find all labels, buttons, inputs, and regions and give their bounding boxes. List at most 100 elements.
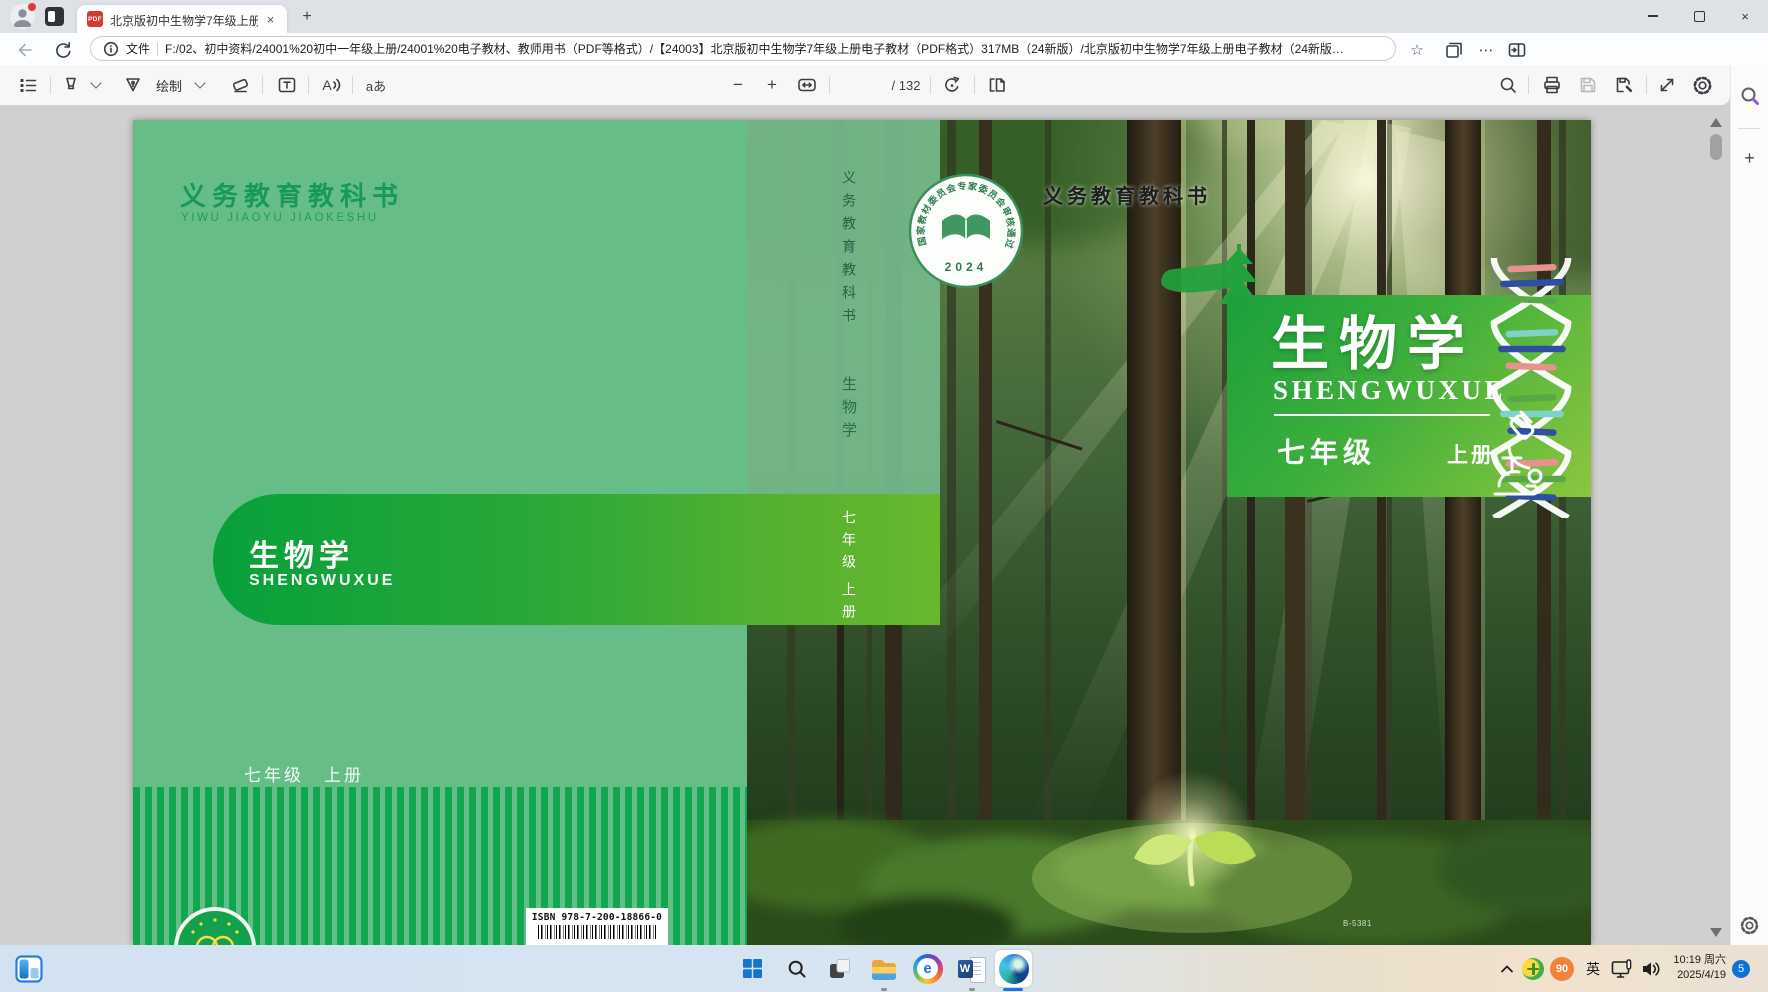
more-icon: ⋯ <box>1479 41 1494 59</box>
back-button[interactable] <box>12 37 38 62</box>
ie-browser-button[interactable]: e <box>909 950 946 987</box>
tab-title: 北京版初中生物学7年级上册电子 <box>110 12 258 27</box>
back-title-pinyin: SHENGWUXUE <box>249 572 395 590</box>
new-tab-button[interactable]: + <box>297 7 317 27</box>
add-text-button[interactable] <box>270 71 304 99</box>
tray-display-button[interactable] <box>1608 950 1636 987</box>
translate-button[interactable]: aあ <box>358 71 394 99</box>
windows-taskbar: e W 90 英 <box>0 945 1768 992</box>
desktop: PDF 北京版初中生物学7年级上册电子 × + × 文件 F:/02、初中资料/… <box>0 0 1768 992</box>
read-aloud-icon: A <box>322 77 331 93</box>
url-separator <box>157 42 158 56</box>
sidebar-settings-button[interactable] <box>1737 913 1762 938</box>
chevron-down-icon <box>90 77 101 88</box>
front-rule <box>1274 414 1490 416</box>
input-method-indicator[interactable]: 英 <box>1580 950 1606 987</box>
task-view-button[interactable] <box>821 950 858 987</box>
maximize-icon <box>1694 11 1705 22</box>
front-series-title: 义务教育教科书 <box>1043 180 1211 209</box>
sidebar-add-button[interactable]: + <box>1737 146 1762 171</box>
page-total-label: / 132 <box>886 71 926 99</box>
notification-center-button[interactable]: 5 <box>1729 950 1753 987</box>
speaker-icon <box>1641 959 1662 979</box>
refresh-button[interactable] <box>50 37 76 62</box>
draw-button[interactable]: 绘制 <box>150 71 188 99</box>
read-aloud-button[interactable]: A <box>314 71 350 99</box>
clock[interactable]: 10:19 周六 2025/4/19 <box>1662 953 1726 990</box>
save-button[interactable] <box>1572 71 1604 99</box>
url-scheme-label: 文件 <box>126 40 150 57</box>
search-icon <box>1739 85 1761 107</box>
fit-to-width-button[interactable] <box>792 71 822 99</box>
pdf-file-icon: PDF <box>87 11 103 27</box>
favorites-button[interactable]: ☆ <box>1404 37 1430 62</box>
environmental-label-logo <box>173 906 257 945</box>
edge-button[interactable] <box>995 950 1032 987</box>
page-info-icon[interactable] <box>103 41 119 57</box>
translate-icon: aあ <box>366 76 386 95</box>
spine-volume-text: 上册 <box>839 582 859 632</box>
front-title: 生物学 <box>1271 297 1475 381</box>
window-minimize-button[interactable] <box>1630 0 1676 32</box>
zoom-in-button[interactable]: + <box>758 71 786 99</box>
print-button[interactable] <box>1536 71 1568 99</box>
draw-dropdown[interactable] <box>190 71 210 99</box>
zoom-out-button[interactable]: − <box>724 71 752 99</box>
back-series-pinyin: YIWU JIAOYU JIAOKESHU <box>181 212 379 224</box>
windows-logo-icon <box>743 959 762 978</box>
sidebar-search-button[interactable] <box>1737 83 1762 108</box>
pdf-page-cover: 义务教育教科书 YIWU JIAOYU JIAOKESHU 生物学 SHENGW… <box>133 120 1591 945</box>
fullscreen-button[interactable] <box>1652 71 1682 99</box>
task-view-icon <box>828 957 852 981</box>
window-close-button[interactable]: × <box>1722 0 1768 32</box>
tray-health-score[interactable]: 90 <box>1548 950 1576 987</box>
tab-close-icon[interactable]: × <box>262 11 279 28</box>
back-title: 生物学 <box>249 531 354 575</box>
file-explorer-button[interactable] <box>865 950 902 987</box>
window-maximize-button[interactable] <box>1676 0 1722 32</box>
highlighter-button[interactable] <box>56 71 86 99</box>
split-screen-button[interactable] <box>1504 37 1530 62</box>
star-icon: ☆ <box>1410 41 1423 59</box>
word-icon: W <box>958 956 986 982</box>
settings-more-button[interactable]: ⋯ <box>1473 37 1499 62</box>
pdf-settings-button[interactable] <box>1686 71 1718 99</box>
address-bar: 文件 F:/02、初中资料/24001%20初中一年级上册/24001%20电子… <box>0 33 1768 66</box>
draw-pen-icon[interactable] <box>118 71 148 99</box>
chevron-up-icon <box>1498 960 1516 978</box>
tray-360-safety[interactable] <box>1520 950 1546 987</box>
rotate-button[interactable] <box>936 71 968 99</box>
scrollbar-thumb[interactable] <box>1710 134 1722 160</box>
microscope-illustration <box>1491 408 1547 503</box>
scroll-up-icon[interactable] <box>1710 118 1722 127</box>
page-view-button[interactable] <box>980 71 1014 99</box>
seal-year: 2024 <box>945 260 988 274</box>
monitor-icon <box>1611 959 1633 979</box>
close-icon: × <box>1741 9 1749 24</box>
start-button[interactable] <box>734 950 771 987</box>
tray-volume-button[interactable] <box>1637 950 1665 987</box>
search-icon <box>787 959 807 979</box>
scroll-down-icon[interactable] <box>1710 928 1722 937</box>
score-badge: 90 <box>1550 957 1574 981</box>
save-as-button[interactable] <box>1608 71 1640 99</box>
isbn-box: ISBN 978-7-200-18866-0 <box>526 908 668 945</box>
widgets-button[interactable] <box>10 950 47 987</box>
eraser-button[interactable] <box>224 71 256 99</box>
word-button[interactable]: W <box>953 950 990 987</box>
tab-actions-icon[interactable] <box>45 7 64 26</box>
collections-button[interactable] <box>1441 37 1467 62</box>
chevron-down-icon <box>194 77 205 88</box>
pdf-search-button[interactable] <box>1492 71 1524 99</box>
url-field[interactable]: 文件 F:/02、初中资料/24001%20初中一年级上册/24001%20电子… <box>90 36 1396 61</box>
highlighter-dropdown[interactable] <box>86 71 106 99</box>
edge-icon <box>999 954 1029 984</box>
table-of-contents-button[interactable] <box>12 71 44 99</box>
active-tab[interactable]: PDF 北京版初中生物学7年级上册电子 × <box>77 5 287 33</box>
taskbar-search-button[interactable] <box>778 950 815 987</box>
edge-active-indicator <box>1003 988 1023 991</box>
barcode <box>538 925 656 939</box>
edge-sidebar-rail <box>1730 65 1768 945</box>
tray-expand-button[interactable] <box>1494 950 1520 987</box>
spine-series-text: 义务教育教科书 <box>839 170 859 340</box>
